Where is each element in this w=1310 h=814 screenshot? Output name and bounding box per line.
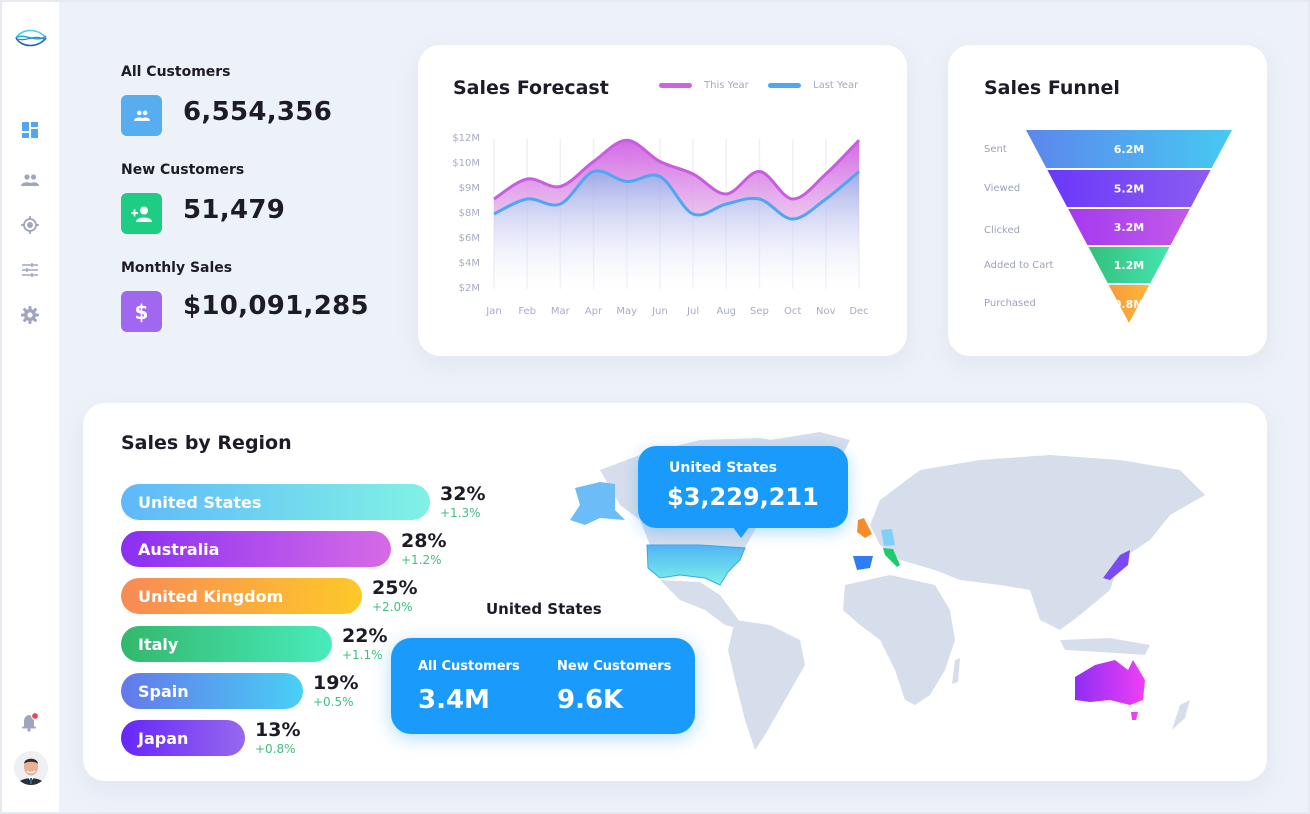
- map-africa[interactable]: [843, 575, 955, 705]
- info-value-all-customers: 3.4M: [418, 685, 490, 715]
- map-spain[interactable]: [853, 556, 873, 570]
- selected-country-label: United States: [486, 600, 602, 618]
- map-tooltip: United States $3,229,211: [638, 446, 848, 538]
- map-mexico[interactable]: [660, 580, 745, 630]
- info-label-all-customers: All Customers: [418, 659, 520, 674]
- map-tasmania[interactable]: [1131, 712, 1138, 720]
- tooltip-country: United States: [669, 460, 777, 476]
- tooltip-arrow: [732, 526, 750, 538]
- map-madagascar[interactable]: [952, 658, 960, 684]
- map-new-zealand[interactable]: [1172, 700, 1190, 730]
- map-australia[interactable]: [1075, 660, 1145, 705]
- info-value-new-customers: 9.6K: [557, 685, 624, 715]
- tooltip-value: $3,229,211: [667, 483, 819, 511]
- map-south-america[interactable]: [728, 620, 805, 750]
- info-label-new-customers: New Customers: [557, 659, 672, 674]
- map-united-states[interactable]: [646, 544, 746, 586]
- map-indonesia[interactable]: [1060, 638, 1150, 655]
- country-info-box: All Customers 3.4M New Customers 9.6K: [391, 638, 695, 734]
- map-united-kingdom[interactable]: [857, 518, 872, 538]
